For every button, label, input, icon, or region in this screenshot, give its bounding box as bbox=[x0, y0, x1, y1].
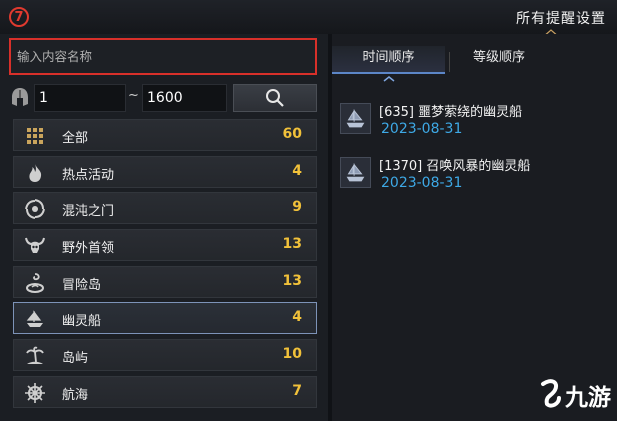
reminder-title: [1370] 召唤风暴的幽灵船 bbox=[379, 159, 531, 174]
category-item-field-boss[interactable]: 野外首领 13 bbox=[13, 229, 317, 262]
tab-separator bbox=[449, 52, 450, 72]
vortex-icon bbox=[25, 199, 45, 220]
reminder-item[interactable]: [635] 噩梦萦绕的幽灵船 2023-08-31 bbox=[340, 100, 610, 146]
level-range-separator: ~ bbox=[128, 88, 139, 103]
reminder-date: 2023-08-31 bbox=[381, 175, 463, 191]
category-list: 全部 60 热点活动 4 混沌之门 9 野外首领 13 冒险岛 13 幽灵船 4… bbox=[13, 119, 317, 413]
category-label: 全部 bbox=[62, 131, 89, 146]
level-min-input[interactable] bbox=[34, 84, 126, 112]
ghost-ship-thumbnail-icon bbox=[340, 157, 371, 188]
page-title: 所有提醒设置 bbox=[516, 11, 606, 27]
category-label: 冒险岛 bbox=[62, 277, 102, 293]
helmet-icon bbox=[12, 88, 28, 106]
tab-level-order[interactable]: 等级顺序 bbox=[453, 46, 545, 74]
category-item-adventure-island[interactable]: 冒险岛 13 bbox=[13, 265, 317, 298]
reminder-panel: 时间顺序 等级顺序 [635] 噩梦萦绕的幽灵船 2023-08-31 [137… bbox=[332, 34, 617, 421]
title-bar: 7 所有提醒设置 bbox=[0, 0, 617, 45]
watermark-logo: 九游 bbox=[537, 374, 617, 414]
tab-time-order[interactable]: 时间顺序 bbox=[332, 46, 445, 74]
category-count: 4 bbox=[292, 162, 302, 179]
palm-island-icon bbox=[26, 346, 44, 365]
flame-icon bbox=[29, 163, 42, 182]
filter-panel: ~ 全部 60 热点活动 4 bbox=[0, 34, 328, 421]
grid-icon bbox=[27, 128, 43, 144]
category-count: 9 bbox=[292, 199, 302, 216]
reminder-list: [635] 噩梦萦绕的幽灵船 2023-08-31 [1370] 召唤风暴的幽灵… bbox=[340, 100, 610, 208]
category-count: 13 bbox=[282, 236, 302, 253]
reminder-date: 2023-08-31 bbox=[381, 121, 463, 137]
level-filter: ~ bbox=[9, 84, 317, 112]
category-label: 野外首领 bbox=[62, 241, 115, 257]
category-item-sailing[interactable]: 航海 7 bbox=[13, 375, 317, 408]
category-label: 航海 bbox=[62, 387, 89, 403]
category-label: 岛屿 bbox=[62, 351, 89, 367]
active-tab-indicator-icon bbox=[383, 76, 395, 82]
ship-icon bbox=[26, 310, 43, 328]
level-max-input[interactable] bbox=[142, 84, 227, 112]
search-input[interactable] bbox=[11, 40, 315, 73]
sort-tabs: 时间顺序 等级顺序 bbox=[332, 34, 617, 74]
horned-skull-icon bbox=[25, 237, 45, 254]
step-number-badge: 7 bbox=[9, 7, 29, 27]
category-item-chaos-gate[interactable]: 混沌之门 9 bbox=[13, 192, 317, 225]
search-box bbox=[9, 38, 317, 75]
category-item-ghost-ship[interactable]: 幽灵船 4 bbox=[13, 302, 317, 335]
swirl-island-icon bbox=[26, 272, 44, 293]
category-label: 热点活动 bbox=[62, 167, 115, 183]
ghost-ship-thumbnail-icon bbox=[340, 103, 371, 134]
category-label: 混沌之门 bbox=[62, 204, 115, 220]
category-count: 13 bbox=[282, 272, 302, 289]
category-count: 10 bbox=[282, 346, 302, 363]
reminder-title: [635] 噩梦萦绕的幽灵船 bbox=[379, 105, 523, 120]
watermark-text: 九游 bbox=[565, 385, 611, 411]
reminder-item[interactable]: [1370] 召唤风暴的幽灵船 2023-08-31 bbox=[340, 154, 610, 200]
category-count: 60 bbox=[282, 126, 302, 142]
category-item-islands[interactable]: 岛屿 10 bbox=[13, 339, 317, 372]
search-button[interactable] bbox=[233, 84, 317, 112]
category-label: 幽灵船 bbox=[62, 314, 102, 330]
category-count: 7 bbox=[292, 382, 302, 399]
ship-wheel-icon bbox=[25, 382, 45, 403]
category-count: 4 bbox=[292, 309, 302, 326]
category-item-all[interactable]: 全部 60 bbox=[13, 119, 317, 151]
category-item-hot-events[interactable]: 热点活动 4 bbox=[13, 155, 317, 188]
magnifier-icon bbox=[266, 89, 284, 107]
